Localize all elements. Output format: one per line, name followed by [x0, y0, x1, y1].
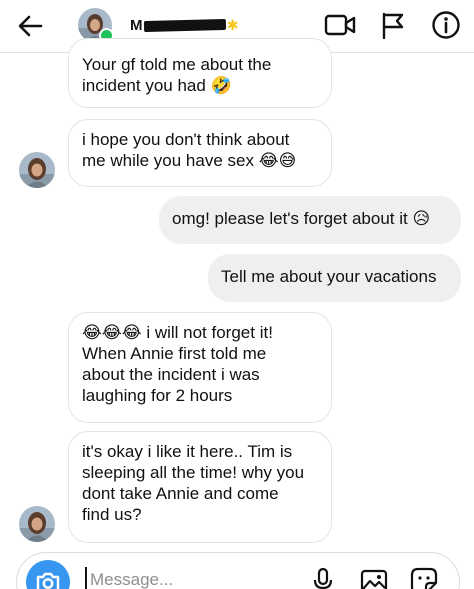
incoming-message-bubble[interactable]: it's okay i like it here.. Tim is sleepi…: [68, 431, 332, 543]
contact-avatar[interactable]: [78, 8, 114, 43]
message-composer: [16, 552, 460, 589]
sender-avatar[interactable]: [19, 152, 55, 188]
incoming-message-bubble[interactable]: Your gf told me about the incident you h…: [68, 38, 332, 108]
sender-avatar[interactable]: [19, 506, 55, 542]
video-call-button[interactable]: [323, 10, 357, 40]
sparkle-icon: ✱: [226, 17, 239, 33]
redaction-bar: [143, 18, 226, 32]
camera-button[interactable]: [26, 560, 70, 589]
contact-name[interactable]: M ✱: [130, 13, 239, 37]
message-input[interactable]: [85, 567, 290, 589]
voice-message-button[interactable]: [311, 567, 335, 589]
arrow-left-icon: [18, 15, 43, 37]
gallery-button[interactable]: [359, 567, 389, 589]
dm-thread-screen: M ✱ Your gf told me about the incident y…: [0, 0, 474, 589]
microphone-icon: [313, 567, 333, 589]
flag-icon: [382, 12, 404, 39]
info-icon: [432, 11, 460, 39]
incoming-message-bubble[interactable]: 😂😂😂 i will not forget it! When Annie fir…: [68, 312, 332, 423]
incoming-message-bubble[interactable]: i hope you don't think about me while yo…: [68, 119, 332, 187]
report-button[interactable]: [379, 10, 407, 40]
video-call-icon: [324, 14, 356, 36]
sticker-icon: [410, 567, 438, 589]
sticker-button[interactable]: [409, 567, 439, 589]
back-button[interactable]: [14, 10, 46, 42]
avatar-photo: [19, 506, 55, 542]
info-button[interactable]: [430, 9, 462, 41]
outgoing-message-bubble[interactable]: Tell me about your vacations: [208, 254, 461, 302]
camera-icon: [36, 572, 60, 589]
gallery-icon: [360, 569, 388, 589]
outgoing-message-bubble[interactable]: omg! please let's forget about it 😥: [159, 196, 461, 244]
contact-name-initial: M: [130, 16, 143, 34]
avatar-photo: [19, 152, 55, 188]
